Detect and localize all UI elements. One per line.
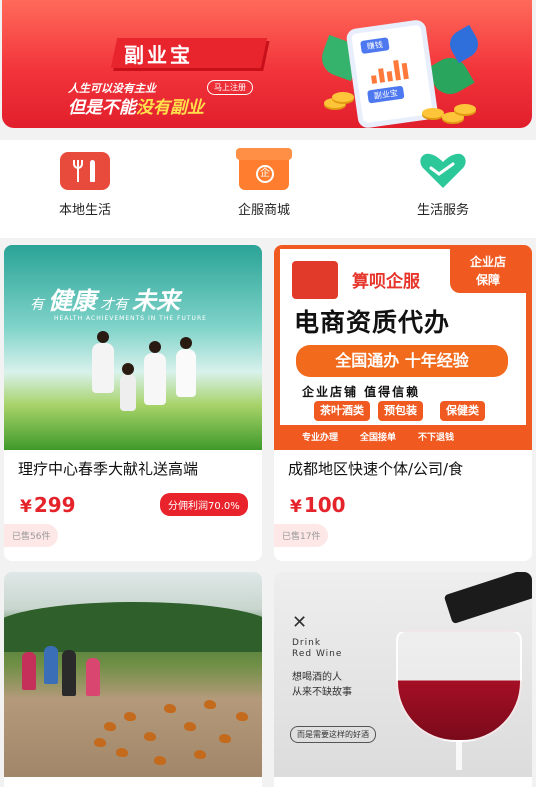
category-row: 本地生活 企 企服商城 生活服务: [0, 140, 536, 238]
banner-slogan-line2: 但是不能没有副业: [68, 98, 204, 118]
product-price: ¥100: [290, 493, 346, 517]
person-head: [97, 331, 109, 343]
product-image: 有健康 才有 未来 HEALTH ACHIEVEMENTS IN THE FUTUR…: [4, 245, 262, 450]
corner-tag: 企业店 保障: [450, 249, 526, 293]
chicken: [94, 738, 106, 747]
image-chip: 保健类: [440, 401, 485, 421]
person-figure: [120, 373, 136, 411]
product-card[interactable]: [4, 572, 262, 787]
brand-logo-icon: [292, 261, 338, 299]
image-bottom-bar: 专业办理 全国接单 不下退钱: [280, 425, 526, 447]
image-banner: 全国通办 十年经验: [296, 345, 508, 377]
chicken: [144, 732, 156, 741]
phone-screen-tag: 赚钱: [360, 37, 390, 54]
handshake-heart-icon: [418, 152, 468, 190]
chicken: [236, 712, 248, 721]
image-chip: 预包装: [378, 401, 423, 421]
category-label: 生活服务: [416, 203, 469, 218]
chart-bars-illustration: [369, 55, 422, 84]
person-head: [180, 337, 192, 349]
image-chinese-text: 想喝酒的人 从来不缺故事: [292, 672, 352, 698]
person-figure: [44, 646, 58, 684]
person-figure: [144, 353, 166, 405]
fork-knife-icon: [60, 152, 110, 190]
product-card[interactable]: 有健康 才有 未来 HEALTH ACHIEVEMENTS IN THE FUTUR…: [4, 245, 262, 561]
person-head: [149, 341, 161, 353]
wine-glass: [396, 630, 522, 742]
product-image: [4, 572, 262, 777]
category-label: 本地生活: [58, 203, 111, 218]
wine-glass-stem: [456, 740, 462, 770]
image-english-text: Drink Red Wine: [292, 638, 343, 659]
chicken: [116, 748, 128, 757]
person-figure: [86, 658, 100, 696]
product-image: ✕ Drink Red Wine 想喝酒的人 从来不缺故事 而是需要这样的好酒: [274, 572, 532, 777]
phone-screen-subtag: 副业宝: [367, 85, 405, 104]
commission-badge: 分佣利润70.0%: [160, 493, 248, 516]
person-figure: [62, 650, 76, 696]
chicken: [204, 700, 216, 709]
product-title: 理疗中心春季大献礼送高端: [18, 460, 199, 478]
product-card[interactable]: 企业店 保障 算呗企服 电商资质代办 全国通办 十年经验 企业店铺 值得信赖 茶…: [274, 245, 532, 561]
category-label: 企服商城: [237, 203, 290, 218]
category-local-life[interactable]: 本地生活: [30, 152, 140, 218]
image-trust-line: 企业店铺 值得信赖: [302, 385, 421, 399]
chicken: [194, 750, 206, 759]
hill-illustration: [4, 602, 262, 652]
product-price: ¥299: [20, 493, 76, 517]
category-life-service[interactable]: 生活服务: [388, 152, 498, 218]
person-figure: [92, 343, 114, 393]
person-figure: [176, 349, 196, 397]
coin-decoration: [332, 92, 354, 102]
banner-signup-button[interactable]: 马上注册: [207, 80, 253, 95]
image-chip: 茶叶酒类: [314, 401, 370, 421]
chicken: [164, 704, 176, 713]
person-head: [122, 363, 134, 375]
coin-decoration: [454, 104, 476, 114]
chicken: [219, 734, 231, 743]
image-brand: 算呗企服: [352, 272, 420, 292]
person-figure: [22, 652, 36, 690]
promo-banner[interactable]: 副业宝 人生可以没有主业 马上注册 但是不能没有副业 赚钱 副业宝: [2, 0, 532, 128]
image-headline: 有健康 才有 未来: [30, 286, 180, 315]
product-card[interactable]: ✕ Drink Red Wine 想喝酒的人 从来不缺故事 而是需要这样的好酒: [274, 572, 532, 787]
image-headline: 电商资质代办: [294, 308, 451, 337]
product-title: 成都地区快速个体/公司/食: [288, 460, 464, 478]
wine-bottle: [443, 572, 532, 625]
coin-decoration: [422, 108, 444, 118]
chicken: [154, 756, 166, 765]
chicken: [124, 712, 136, 721]
banner-brand-text: 副业宝: [124, 43, 193, 67]
image-tagline: 而是需要这样的好酒: [290, 726, 376, 743]
category-enterprise-mall[interactable]: 企 企服商城: [209, 148, 319, 218]
sold-count: 已售17件: [274, 524, 329, 547]
product-image: 企业店 保障 算呗企服 电商资质代办 全国通办 十年经验 企业店铺 值得信赖 茶…: [274, 245, 532, 450]
chicken: [184, 722, 196, 731]
cross-glasses-icon: ✕: [292, 612, 308, 633]
chicken: [104, 722, 116, 731]
store-icon: 企: [236, 148, 292, 190]
sold-count: 已售56件: [4, 524, 59, 547]
image-subline: HEALTH ACHIEVEMENTS IN THE FUTURE: [54, 315, 207, 322]
